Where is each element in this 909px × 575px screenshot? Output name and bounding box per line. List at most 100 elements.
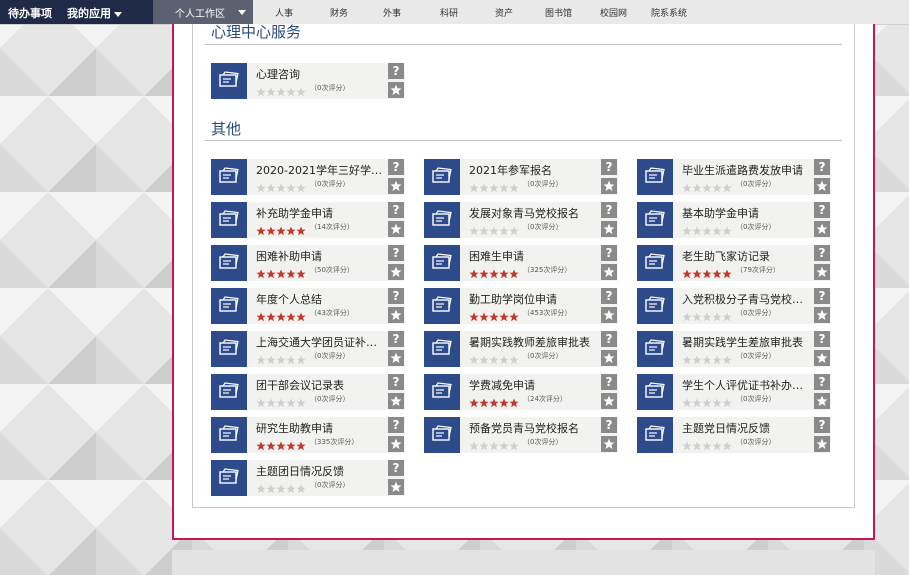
app-card[interactable]: 学生个人评优证书补办… （0次评分） ? bbox=[637, 374, 831, 410]
help-button[interactable]: ? bbox=[814, 417, 830, 433]
favorite-button[interactable] bbox=[814, 264, 830, 280]
rating-stars[interactable] bbox=[682, 264, 732, 279]
app-card[interactable]: 勤工助学岗位申请 （453次评分） ? bbox=[424, 288, 618, 324]
favorite-button[interactable] bbox=[601, 350, 617, 366]
rating-stars[interactable] bbox=[256, 350, 306, 365]
favorite-button[interactable] bbox=[388, 307, 404, 323]
favorite-button[interactable] bbox=[388, 393, 404, 409]
help-button[interactable]: ? bbox=[814, 159, 830, 175]
app-title[interactable]: 发展对象青马党校报名 bbox=[469, 205, 597, 221]
app-card[interactable]: 年度个人总结 （43次评分） ? bbox=[211, 288, 405, 324]
favorite-button[interactable] bbox=[814, 350, 830, 366]
favorite-button[interactable] bbox=[814, 178, 830, 194]
top-tab-2[interactable]: 外事 bbox=[383, 6, 401, 19]
app-title[interactable]: 研究生助教申请 bbox=[256, 420, 384, 436]
help-button[interactable]: ? bbox=[388, 159, 404, 175]
app-card[interactable]: 主题团日情况反馈 （0次评分） ? bbox=[211, 460, 405, 496]
rating-stars[interactable] bbox=[469, 221, 519, 236]
app-title[interactable]: 主题党日情况反馈 bbox=[682, 420, 810, 436]
app-card[interactable]: 入党积极分子青马党校… （0次评分） ? bbox=[637, 288, 831, 324]
rating-stars[interactable] bbox=[469, 436, 519, 451]
app-title[interactable]: 暑期实践学生差旅审批表 bbox=[682, 334, 810, 350]
app-card[interactable]: 暑期实践学生差旅审批表 （0次评分） ? bbox=[637, 331, 831, 367]
app-title[interactable]: 困难生申请 bbox=[469, 248, 597, 264]
help-button[interactable]: ? bbox=[814, 202, 830, 218]
rating-stars[interactable] bbox=[256, 221, 306, 236]
rating-stars[interactable] bbox=[469, 264, 519, 279]
top-tab-5[interactable]: 图书馆 bbox=[545, 6, 572, 19]
app-card[interactable]: 团干部会议记录表 （0次评分） ? bbox=[211, 374, 405, 410]
help-button[interactable]: ? bbox=[601, 245, 617, 261]
rating-stars[interactable] bbox=[256, 479, 306, 494]
favorite-button[interactable] bbox=[601, 436, 617, 452]
rating-stars[interactable] bbox=[256, 82, 306, 97]
todo-link[interactable]: 待办事项 bbox=[8, 5, 52, 21]
help-button[interactable]: ? bbox=[388, 331, 404, 347]
app-card[interactable]: 困难补助申请 （50次评分） ? bbox=[211, 245, 405, 281]
app-title[interactable]: 2021年参军报名 bbox=[469, 162, 597, 178]
help-button[interactable]: ? bbox=[601, 159, 617, 175]
rating-stars[interactable] bbox=[256, 264, 306, 279]
help-button[interactable]: ? bbox=[388, 374, 404, 390]
favorite-button[interactable] bbox=[601, 264, 617, 280]
app-title[interactable]: 困难补助申请 bbox=[256, 248, 384, 264]
app-title[interactable]: 老生助飞家访记录 bbox=[682, 248, 810, 264]
favorite-button[interactable] bbox=[601, 307, 617, 323]
favorite-button[interactable] bbox=[814, 307, 830, 323]
app-title[interactable]: 勤工助学岗位申请 bbox=[469, 291, 597, 307]
top-tab-0[interactable]: 人事 bbox=[275, 6, 293, 19]
rating-stars[interactable] bbox=[256, 436, 306, 451]
rating-stars[interactable] bbox=[469, 307, 519, 322]
help-button[interactable]: ? bbox=[814, 245, 830, 261]
favorite-button[interactable] bbox=[388, 178, 404, 194]
app-title[interactable]: 2020-2021学年三好学… bbox=[256, 162, 384, 178]
app-card[interactable]: 老生助飞家访记录 （79次评分） ? bbox=[637, 245, 831, 281]
app-card[interactable]: 2020-2021学年三好学… （0次评分） ? bbox=[211, 159, 405, 195]
app-title[interactable]: 补充助学金申请 bbox=[256, 205, 384, 221]
rating-stars[interactable] bbox=[469, 178, 519, 193]
favorite-button[interactable] bbox=[388, 264, 404, 280]
app-card[interactable]: 研究生助教申请 （335次评分） ? bbox=[211, 417, 405, 453]
help-button[interactable]: ? bbox=[388, 417, 404, 433]
app-card[interactable]: 学费减免申请 （24次评分） ? bbox=[424, 374, 618, 410]
favorite-button[interactable] bbox=[814, 221, 830, 237]
help-button[interactable]: ? bbox=[601, 417, 617, 433]
app-title[interactable]: 学生个人评优证书补办… bbox=[682, 377, 810, 393]
app-title[interactable]: 上海交通大学团员证补… bbox=[256, 334, 384, 350]
app-title[interactable]: 毕业生派遣路费发放申请 bbox=[682, 162, 810, 178]
favorite-button[interactable] bbox=[388, 479, 404, 495]
help-button[interactable]: ? bbox=[814, 374, 830, 390]
rating-stars[interactable] bbox=[256, 393, 306, 408]
app-card[interactable]: 困难生申请 （325次评分） ? bbox=[424, 245, 618, 281]
favorite-button[interactable] bbox=[388, 350, 404, 366]
help-button[interactable]: ? bbox=[601, 331, 617, 347]
favorite-button[interactable] bbox=[601, 221, 617, 237]
favorite-button[interactable] bbox=[601, 178, 617, 194]
favorite-button[interactable] bbox=[388, 436, 404, 452]
help-button[interactable]: ? bbox=[388, 288, 404, 304]
top-tab-3[interactable]: 科研 bbox=[440, 6, 458, 19]
rating-stars[interactable] bbox=[682, 350, 732, 365]
help-button[interactable]: ? bbox=[388, 202, 404, 218]
favorite-button[interactable] bbox=[388, 221, 404, 237]
top-tab-4[interactable]: 资产 bbox=[495, 6, 513, 19]
rating-stars[interactable] bbox=[682, 178, 732, 193]
help-button[interactable]: ? bbox=[388, 63, 404, 79]
help-button[interactable]: ? bbox=[388, 245, 404, 261]
my-apps-menu[interactable]: 我的应用 bbox=[67, 5, 122, 21]
app-card[interactable]: 发展对象青马党校报名 （0次评分） ? bbox=[424, 202, 618, 238]
app-title[interactable]: 心理咨询 bbox=[256, 66, 384, 82]
favorite-button[interactable] bbox=[814, 393, 830, 409]
app-title[interactable]: 团干部会议记录表 bbox=[256, 377, 384, 393]
help-button[interactable]: ? bbox=[814, 288, 830, 304]
rating-stars[interactable] bbox=[682, 221, 732, 236]
top-tab-6[interactable]: 校园网 bbox=[600, 6, 627, 19]
app-title[interactable]: 预备党员青马党校报名 bbox=[469, 420, 597, 436]
app-card[interactable]: 毕业生派遣路费发放申请 （0次评分） ? bbox=[637, 159, 831, 195]
help-button[interactable]: ? bbox=[388, 460, 404, 476]
app-title[interactable]: 主题团日情况反馈 bbox=[256, 463, 384, 479]
app-card[interactable]: 心理咨询 （0次评分） ? bbox=[211, 63, 405, 99]
help-button[interactable]: ? bbox=[601, 374, 617, 390]
rating-stars[interactable] bbox=[469, 393, 519, 408]
app-card[interactable]: 补充助学金申请 （14次评分） ? bbox=[211, 202, 405, 238]
